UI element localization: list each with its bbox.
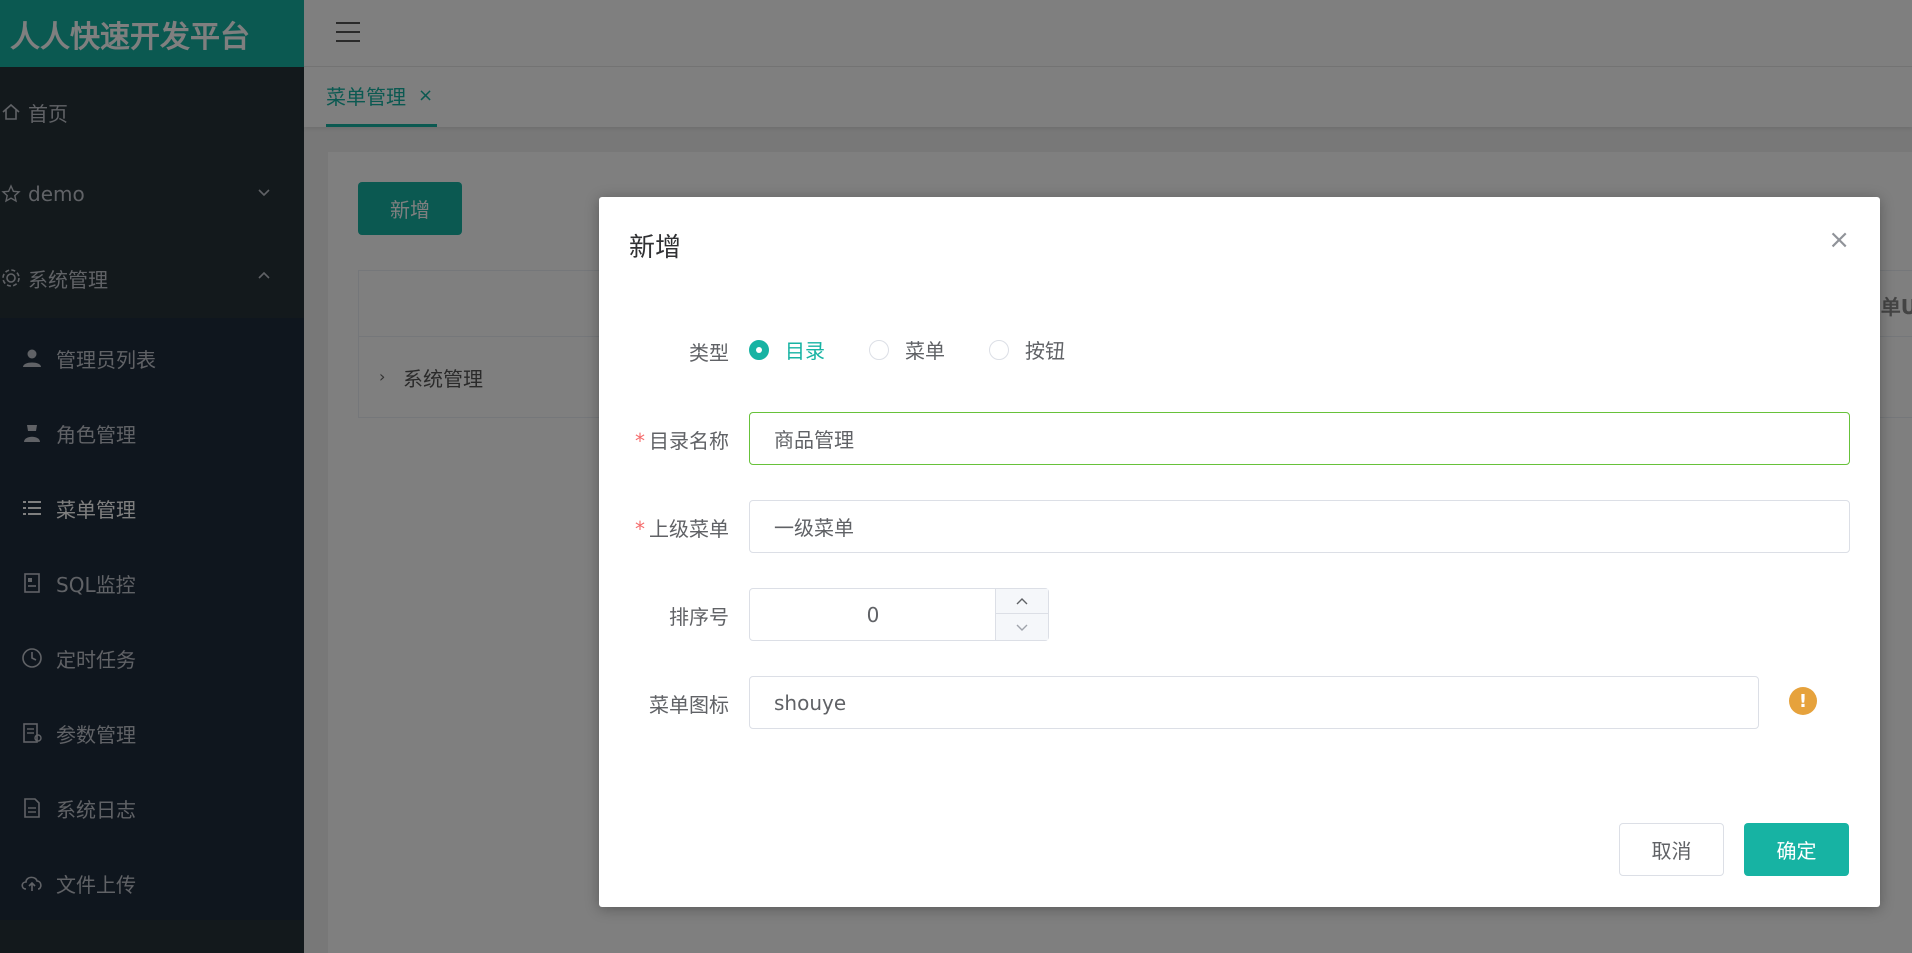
radio-menu[interactable]: 菜单 bbox=[869, 335, 945, 364]
parent-label: * 上级菜单 bbox=[635, 517, 729, 541]
confirm-button[interactable]: 确定 bbox=[1744, 823, 1849, 876]
close-icon[interactable]: × bbox=[1828, 227, 1850, 253]
menu-icon-input[interactable]: shouye bbox=[749, 676, 1759, 729]
cancel-button[interactable]: 取消 bbox=[1619, 823, 1724, 876]
order-label: 排序号 bbox=[669, 605, 729, 629]
radio-directory[interactable]: 目录 bbox=[749, 335, 825, 364]
dialog-title: 新增 bbox=[629, 233, 682, 263]
directory-name-input[interactable]: 商品管理 bbox=[749, 412, 1850, 465]
type-label: 类型 bbox=[689, 341, 729, 365]
radio-dot bbox=[749, 339, 769, 360]
type-radio-group: 目录 菜单 按钮 bbox=[749, 335, 1109, 364]
warning-icon[interactable]: ! bbox=[1789, 687, 1817, 715]
add-dialog: 新增 × 类型 目录 菜单 按钮 * 目录名称 商品管理 * 上级菜单 一级菜单 排… bbox=[599, 197, 1880, 907]
radio-label: 按钮 bbox=[1025, 339, 1065, 363]
radio-label: 菜单 bbox=[905, 339, 945, 363]
icon-label: 菜单图标 bbox=[649, 693, 729, 717]
chevron-down-icon[interactable] bbox=[996, 615, 1048, 640]
required-mark: * bbox=[635, 517, 645, 541]
stepper-buttons bbox=[995, 589, 1048, 640]
chevron-up-icon[interactable] bbox=[996, 589, 1048, 614]
order-value[interactable]: 0 bbox=[750, 589, 996, 640]
radio-dot bbox=[869, 339, 889, 360]
radio-label: 目录 bbox=[785, 339, 825, 363]
order-stepper[interactable]: 0 bbox=[749, 588, 1049, 641]
radio-dot bbox=[989, 339, 1009, 360]
name-label: * 目录名称 bbox=[635, 429, 729, 453]
required-mark: * bbox=[635, 429, 645, 453]
radio-button[interactable]: 按钮 bbox=[989, 335, 1065, 364]
parent-menu-input[interactable]: 一级菜单 bbox=[749, 500, 1850, 553]
